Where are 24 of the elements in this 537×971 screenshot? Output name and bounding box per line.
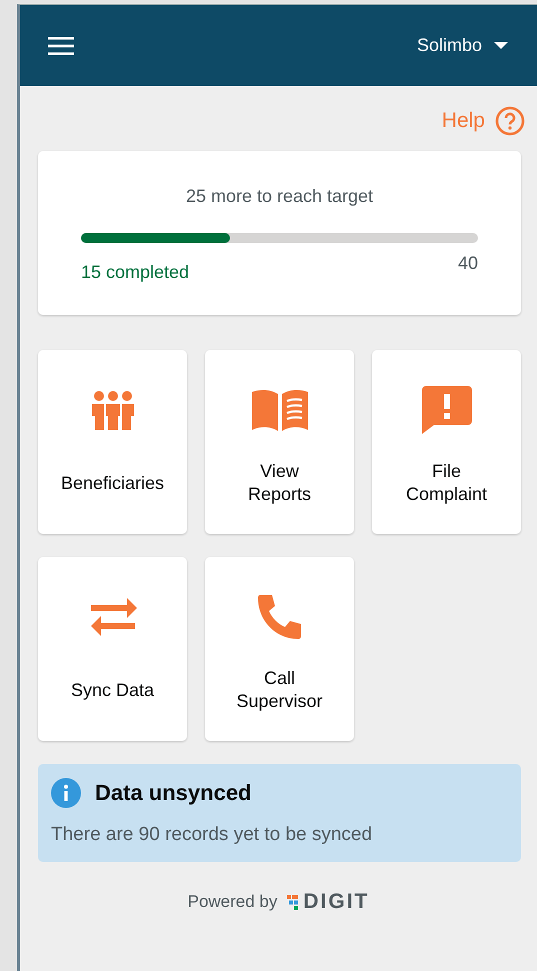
caret-icon [494, 42, 508, 49]
user-dropdown[interactable]: Solimbo [416, 35, 508, 56]
swap-arrows-icon [88, 598, 136, 636]
target-text: 25 more to reach target [184, 186, 374, 207]
action-tile[interactable]: Sync Data [38, 557, 187, 741]
people-icon [90, 390, 136, 430]
speech-bubble-icon [422, 386, 472, 434]
target-count: 40 [458, 253, 478, 275]
banner-message: There are 90 records yet to be synced [51, 824, 374, 846]
action-tile[interactable]: Call Supervisor [205, 557, 354, 741]
menu-icon [48, 36, 74, 54]
book-icon [252, 389, 308, 431]
help-icon [495, 106, 525, 136]
logo-icon [287, 894, 300, 910]
powered-by-text: Powered by [188, 892, 278, 912]
action-tile[interactable]: Beneficiaries [38, 350, 187, 534]
phone-icon [258, 595, 302, 639]
action-tile[interactable]: File Complaint [372, 350, 521, 534]
action-tile[interactable]: View Reports [205, 350, 354, 534]
menu-button[interactable] [48, 36, 74, 54]
brand-name: DIGIT [303, 890, 370, 914]
completed-count: 15 completed [81, 262, 190, 283]
banner-title: Data unsynced [95, 780, 252, 806]
info-icon [51, 778, 81, 808]
